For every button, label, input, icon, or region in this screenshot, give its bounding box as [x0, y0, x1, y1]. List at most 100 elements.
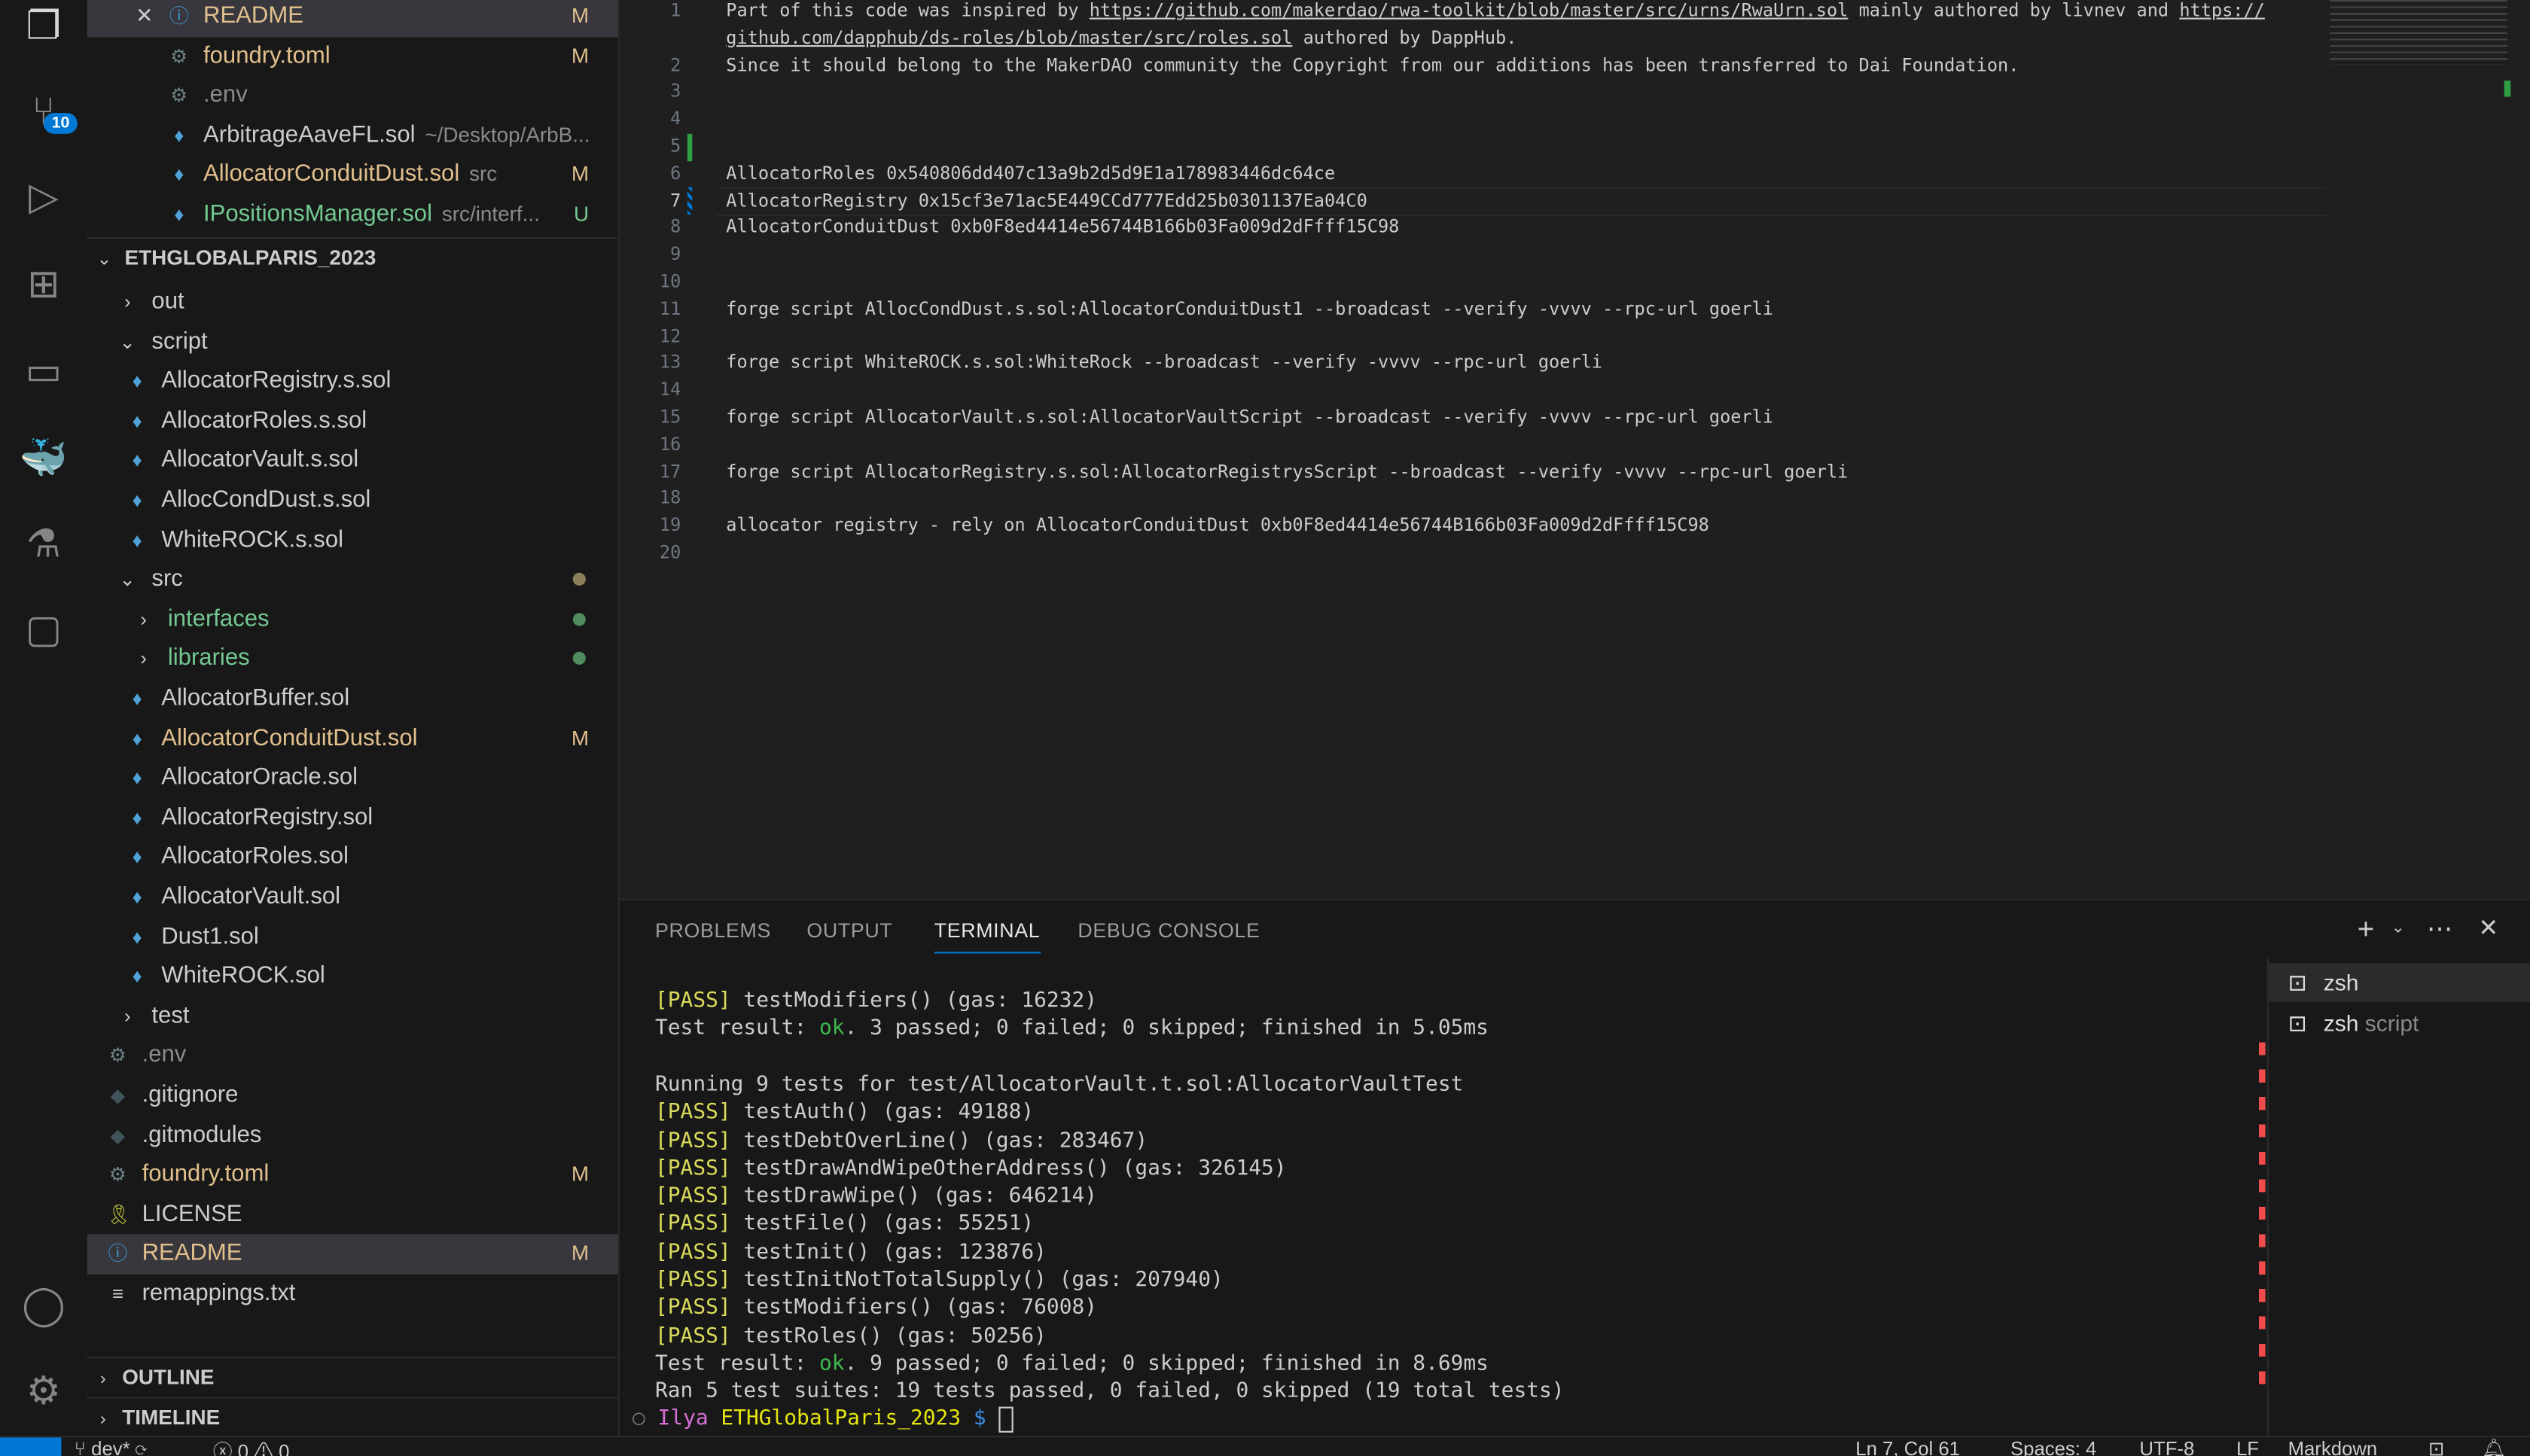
terminal-text-pass: [PASS]: [655, 988, 731, 1013]
file-item[interactable]: ⚙ .env: [87, 1037, 618, 1077]
terminal-text-t: testRoles() (gas: 50256): [730, 1323, 1047, 1348]
file-item[interactable]: ⚙ .env: [87, 76, 618, 116]
terminal-item[interactable]: ⊡ zsh script: [2269, 1004, 2530, 1042]
file-item[interactable]: ⚙ foundry.toml M: [87, 36, 618, 76]
info-icon: ⓘ: [108, 1242, 128, 1266]
branch-indicator[interactable]: ⑂ dev* ⟳: [75, 1437, 148, 1456]
gear-icon: ⚙: [108, 1163, 126, 1186]
tab-problems[interactable]: PROBLEMS: [655, 919, 771, 942]
file-item[interactable]: ⌄ script: [87, 322, 618, 362]
indentation[interactable]: Spaces: 4: [2010, 1437, 2096, 1456]
tab-debug-console[interactable]: DEBUG CONSOLE: [1078, 919, 1260, 942]
file-item[interactable]: ⓘ README M: [87, 1235, 618, 1275]
terminal-text-pre: Test result:: [655, 1016, 820, 1041]
file-item[interactable]: ♦ IPositionsManager.sol src/interf... U: [87, 195, 618, 235]
file-item[interactable]: ⌄ src: [87, 560, 618, 600]
file-item[interactable]: › libraries: [87, 639, 618, 679]
code-text: forge script AllocatorRegistry.s.sol:All…: [726, 460, 1849, 482]
file-item[interactable]: ♦ AllocatorVault.s.sol: [87, 441, 618, 481]
encoding[interactable]: UTF-8: [2139, 1437, 2194, 1456]
git-status: U: [574, 201, 590, 226]
prompt-symbol: $: [973, 1406, 986, 1431]
file-label: libraries: [167, 645, 250, 672]
file-label: src: [151, 566, 183, 592]
line-number: 16: [659, 433, 681, 455]
file-item[interactable]: ♦ Dust1.sol: [87, 917, 618, 957]
file-item[interactable]: ◆ .gitignore: [87, 1076, 618, 1116]
line-number: 20: [659, 542, 681, 563]
terminal-prompt[interactable]: ○ Ilya ETHGlobalParis_2023 $: [632, 1405, 1014, 1433]
cursor-position[interactable]: Ln 7, Col 61: [1855, 1437, 1960, 1456]
file-item[interactable]: ♦ AllocatorRegistry.sol: [87, 798, 618, 838]
editor-area[interactable]: 1 Part of this code was inspired by https…: [619, 0, 2530, 899]
remote-explorer-icon[interactable]: ▭: [20, 349, 68, 397]
file-item[interactable]: › out: [87, 282, 618, 322]
code-text: Part of this code was inspired by: [726, 0, 1090, 21]
file-item[interactable]: ≡ remappings.txt: [87, 1275, 618, 1314]
file-item[interactable]: ♦ AllocatorConduitDust.sol src M: [87, 156, 618, 196]
feedback-icon[interactable]: ⊡: [2428, 1437, 2445, 1456]
terminal-line: Test result: ok. 3 passed; 0 failed; 0 s…: [655, 1015, 1489, 1043]
git-status: M: [571, 1241, 590, 1266]
comments-icon[interactable]: ▢: [20, 607, 68, 655]
file-item[interactable]: ♦ WhiteROCK.s.sol: [87, 520, 618, 560]
terminal-text-ok: ok: [819, 1351, 845, 1376]
new-terminal-icon[interactable]: +: [2358, 913, 2375, 947]
workspace-header[interactable]: ⌄ ETHGLOBALPARIS_2023: [87, 237, 618, 279]
file-item[interactable]: ♦ AllocatorRegistry.s.sol: [87, 361, 618, 401]
file-item[interactable]: ♦ ArbitrageAaveFL.sol ~/Desktop/ArbB...: [87, 116, 618, 156]
tab-output[interactable]: OUTPUT: [806, 919, 892, 942]
terminal-item[interactable]: ⊡ zsh: [2268, 963, 2530, 1002]
code-link[interactable]: github.com/dapphub/ds-roles/blob/master/…: [726, 27, 1292, 48]
git-status: M: [571, 42, 590, 68]
outline-section[interactable]: › OUTLINE: [87, 1357, 618, 1398]
code-link[interactable]: https://github.com/makerdao/rwa-toolkit/…: [1090, 0, 1849, 21]
file-item[interactable]: ♦ AllocatorRoles.s.sol: [87, 401, 618, 441]
file-item[interactable]: › interfaces: [87, 600, 618, 640]
git-icon: ◆: [110, 1084, 126, 1107]
file-item[interactable]: ♦ AllocatorRoles.sol: [87, 838, 618, 878]
language-mode[interactable]: Markdown: [2288, 1437, 2378, 1456]
more-actions-icon[interactable]: ⋯: [2427, 913, 2452, 946]
file-item[interactable]: › test: [87, 997, 618, 1037]
file-item[interactable]: ♦ WhiteROCK.sol: [87, 957, 618, 997]
remote-indicator[interactable]: [0, 1437, 62, 1456]
notifications-icon[interactable]: 🔔︎: [2482, 1437, 2507, 1456]
file-item[interactable]: ♦ AllocatorConduitDust.sol M: [87, 719, 618, 759]
outline-label: OUTLINE: [122, 1364, 215, 1389]
close-panel-icon[interactable]: ✕: [2478, 913, 2498, 942]
chevron-down-icon[interactable]: ⌄: [2391, 919, 2405, 937]
eol[interactable]: LF: [2236, 1437, 2259, 1456]
timeline-section[interactable]: › TIMELINE: [87, 1397, 618, 1436]
file-item[interactable]: ◆ .gitmodules: [87, 1116, 618, 1156]
terminal-line: [PASS] testDebtOverLine() (gas: 283467): [655, 1127, 1148, 1155]
account-icon[interactable]: ◯: [20, 1283, 68, 1331]
file-item[interactable]: ♦ AllocCondDust.s.sol: [87, 481, 618, 521]
terminal-text-pass: [PASS]: [655, 1212, 731, 1237]
extensions-icon[interactable]: ⊞: [20, 261, 68, 309]
docker-icon[interactable]: 🐳: [20, 436, 68, 484]
file-item[interactable]: ✕ ⓘ README M: [87, 0, 618, 37]
testing-icon[interactable]: ⚗: [20, 521, 68, 569]
file-item[interactable]: ⚙ foundry.toml M: [87, 1156, 618, 1196]
terminal-text-t: testAuth() (gas: 49188): [730, 1100, 1035, 1125]
line-number: 13: [659, 352, 681, 373]
problems-indicator[interactable]: ⓧ 0 ⚠ 0: [213, 1437, 290, 1456]
terminal-scrollbar-markers: [2259, 1042, 2266, 1397]
file-item[interactable]: ♦ AllocatorOracle.sol: [87, 759, 618, 799]
file-label: AllocatorRoles.s.sol: [161, 407, 367, 434]
file-item[interactable]: ♦ AllocatorBuffer.sol: [87, 679, 618, 719]
close-icon[interactable]: ✕: [136, 0, 153, 36]
file-item[interactable]: ♦ AllocatorVault.sol: [87, 878, 618, 918]
run-debug-icon[interactable]: ▷: [20, 174, 68, 222]
files-icon[interactable]: ❐: [20, 3, 68, 51]
code-link[interactable]: https://: [2179, 0, 2265, 21]
terminal-line: [PASS] testDrawWipe() (gas: 646214): [655, 1183, 1097, 1211]
minimap[interactable]: [2330, 0, 2507, 65]
file-label: out: [151, 288, 184, 315]
tab-terminal[interactable]: TERMINAL: [934, 919, 1041, 954]
file-label: foundry.toml: [203, 42, 331, 69]
workspace-title: ETHGLOBALPARIS_2023: [124, 245, 376, 270]
settings-gear-icon[interactable]: ⚙: [20, 1368, 68, 1416]
file-item[interactable]: 🎗 LICENSE: [87, 1195, 618, 1235]
